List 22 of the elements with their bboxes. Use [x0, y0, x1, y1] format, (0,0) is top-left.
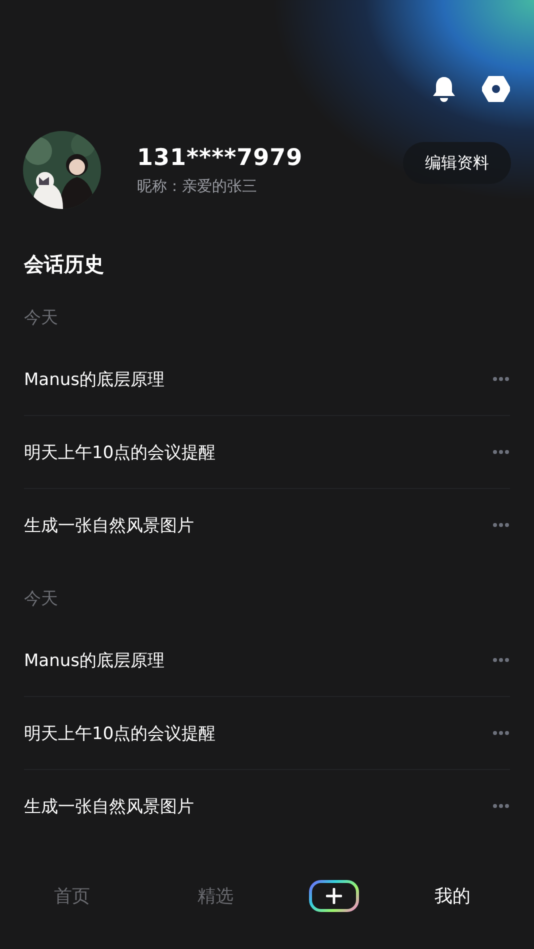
conversation-title[interactable]: Manus的底层原理	[24, 648, 164, 672]
more-icon[interactable]	[492, 522, 510, 528]
nav-tab[interactable]: 我的	[402, 882, 502, 909]
plus-icon	[326, 888, 342, 904]
more-icon[interactable]	[492, 730, 510, 736]
conversation-title[interactable]: 生成一张自然风景图片	[24, 514, 194, 537]
nickname: 昵称：亲爱的张三	[137, 176, 258, 196]
more-icon[interactable]	[492, 803, 510, 810]
settings-icon[interactable]	[482, 76, 510, 102]
date-label: 今天	[23, 307, 59, 330]
edit-profile-button[interactable]: 编辑资料	[403, 142, 511, 184]
more-icon[interactable]	[492, 376, 510, 382]
date-label: 今天	[23, 588, 59, 612]
conversation-title[interactable]: 明天上午10点的会议提醒	[24, 722, 216, 745]
more-icon[interactable]	[492, 449, 510, 456]
conversation-title[interactable]: Manus的底层原理	[24, 368, 164, 391]
bell-icon[interactable]	[432, 76, 456, 102]
conversation-title[interactable]: 生成一张自然风景图片	[24, 794, 194, 818]
phone-number: 131****7979	[137, 144, 304, 171]
conversation-title[interactable]: 明天上午10点的会议提醒	[24, 440, 216, 464]
section-title: 会话历史	[22, 251, 105, 278]
more-icon[interactable]	[492, 657, 510, 664]
